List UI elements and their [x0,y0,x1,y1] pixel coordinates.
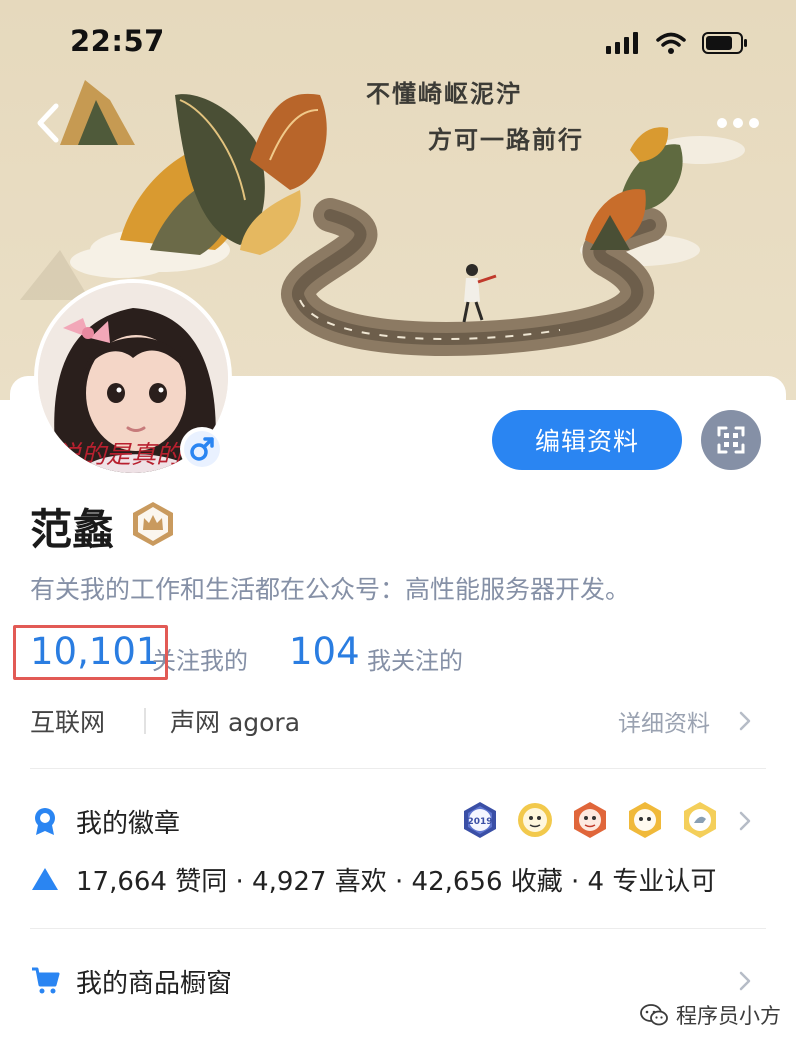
badge-year-text: 2019 [467,817,492,827]
qr-code-icon [717,426,745,454]
badge-cat-icon[interactable] [626,801,664,839]
user-bio: 有关我的工作和生活都在公众号：高性能服务器开发。 [30,575,631,604]
edit-profile-button[interactable]: 编辑资料 [492,410,682,470]
watermark-text: 程序员小方 [676,1004,781,1028]
more-icon[interactable] [715,110,761,136]
following-count[interactable]: 104 [289,630,360,673]
my-badges-label[interactable]: 我的徽章 [76,803,180,840]
upvote-triangle-icon [32,868,58,890]
gender-badge [180,427,224,471]
badge-ribbon-icon [35,808,55,835]
badge-gold-icon[interactable] [516,801,554,839]
industry-text: 互联网 [30,708,106,737]
info-separator [144,708,146,734]
crown-badge-icon [133,502,173,546]
watermark: 程序员小方 [640,1000,781,1030]
detail-info-link[interactable]: 详细资料 [618,704,710,738]
status-icons [606,30,748,56]
achievements-summary: 17,664 赞同 · 4,927 喜欢 · 42,656 收藏 · 4 专业认… [76,867,717,897]
cover-poem-line-2: 方可一路前行 [428,125,584,154]
badge-2019-icon[interactable]: 2019 [461,801,499,839]
wechat-icon [640,1004,668,1026]
chevron-right-icon[interactable] [738,970,752,992]
cover-poem-line-1: 不懂崎岖泥泞 [366,79,522,108]
user-name: 范蠡 [30,505,115,554]
badge-bird-icon[interactable] [681,801,719,839]
shopping-cart-icon [32,967,60,994]
chevron-right-icon[interactable] [738,810,752,832]
male-icon [190,437,214,461]
back-icon[interactable] [28,100,68,146]
following-label[interactable]: 我关注的 [367,641,463,676]
divider [30,928,766,929]
avatar-overlay-text: 说的是真的 [56,440,182,469]
shop-window-label[interactable]: 我的商品橱窗 [76,963,232,1000]
qr-code-button[interactable] [701,410,761,470]
signal-icon [606,32,638,54]
battery-icon [702,32,747,54]
highlight-box [13,625,168,680]
company-text: 声网 agora [170,708,301,737]
status-time: 22:57 [70,24,165,58]
divider [30,768,766,769]
wifi-icon [656,32,686,54]
badge-orange-icon[interactable] [571,801,609,839]
chevron-right-icon[interactable] [738,710,752,732]
